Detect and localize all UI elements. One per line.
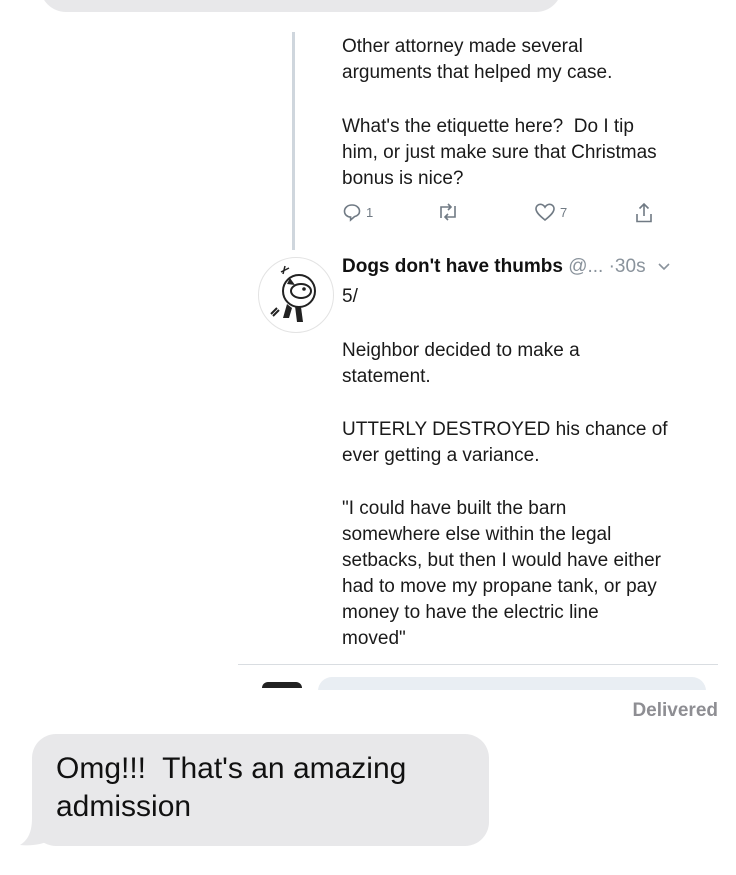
dog-avatar-icon: [260, 259, 332, 331]
avatar[interactable]: [258, 257, 334, 333]
thread-connector-line: [292, 32, 295, 250]
tweet-1-text-1: Other attorney made several arguments th…: [342, 36, 613, 83]
tweet-2-text-4: "I could have built the barn somewhere e…: [342, 498, 661, 649]
tweet-2-text-2: Neighbor decided to make a statement.: [342, 340, 580, 387]
reply-count: 1: [366, 204, 374, 220]
previous-message-bubble: [40, 0, 562, 12]
reply-avatar: [262, 682, 302, 688]
author-handle[interactable]: @...: [568, 256, 603, 277]
tweet-2-text-3: UTTERLY DESTROYED his chance of ever get…: [342, 419, 668, 466]
reply-action[interactable]: 1: [342, 202, 373, 222]
tweet-divider: [238, 664, 718, 665]
delivered-status: Delivered: [632, 700, 718, 721]
reply-input-bar: [318, 677, 706, 691]
retweet-icon: [440, 203, 456, 221]
reply-icon: [343, 204, 361, 222]
share-action[interactable]: [634, 202, 654, 224]
author-name[interactable]: Dogs don't have thumbs: [342, 256, 563, 277]
like-action[interactable]: 7: [534, 202, 567, 222]
tweet-timestamp: ·30s: [608, 256, 646, 277]
like-count: 7: [560, 204, 568, 220]
tweet-1-actions: 1 7: [342, 202, 672, 228]
heart-icon: [535, 203, 555, 222]
message-bubble[interactable]: Omg!!! That's an amazing admission: [32, 734, 489, 846]
retweet-action[interactable]: [436, 202, 460, 222]
chevron-down-icon[interactable]: [657, 262, 671, 272]
tweet-2-header: Dogs don't have thumbs @... ·30s: [342, 254, 722, 280]
tweet-2-text-1: 5/: [342, 286, 358, 307]
share-icon: [636, 202, 652, 223]
screenshot-crop-edge: [0, 690, 736, 694]
tweet-1-text-2: What's the etiquette here? Do I tip him,…: [342, 116, 657, 189]
